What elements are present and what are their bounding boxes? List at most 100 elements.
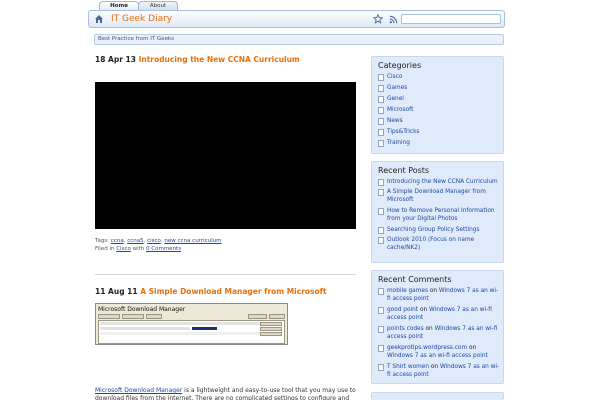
comment-author-link[interactable]: geekprotips.wordpress.com [387,345,467,351]
widget-title: Categories [378,61,422,70]
home-button[interactable] [93,13,105,25]
site-header: IT Geek Diary [88,10,505,28]
next-widget [371,392,504,400]
tagline-bar: Best Practice from IT Geeks [94,34,504,45]
category-link[interactable]: Microsoft [387,107,413,115]
screenshot-progress-bar [192,327,217,330]
comment-author-link[interactable]: mobile games [387,288,428,294]
page-icon [378,107,384,114]
recent-comment-item: T Shirt women on Windows 7 as an wi-fi a… [378,364,500,379]
recent-comment-item: mobile games on Windows 7 as an wi-fi ac… [378,288,500,303]
post-divider [95,274,356,275]
recent-comment-item: points codes on Windows 7 as an wi-fi ac… [378,326,500,341]
on-label: on [419,307,428,313]
search-input[interactable] [401,14,501,24]
recent-post-item[interactable]: Introducing the New CCNA Curriculum [378,179,500,187]
page-icon [378,129,384,136]
category-link[interactable]: Tips&Tricks [387,129,419,137]
post-date: 11 Aug 11 [95,287,138,296]
on-label: on [429,288,438,294]
page-icon [378,179,384,186]
category-item[interactable]: Games [378,85,500,93]
category-link[interactable]: Training [387,140,410,148]
recent-comment-item: geekprotips.wordpress.com on Windows 7 a… [378,345,500,360]
comment-post-link[interactable]: Windows 7 as an wi-fi access point [387,353,488,359]
tag-link[interactable]: cisco [147,238,161,244]
embedded-video[interactable] [95,82,356,229]
page-icon [378,118,384,125]
tag-link[interactable]: ccna5 [127,238,143,244]
page-icon [378,74,384,81]
page-icon [378,307,384,314]
recent-comment-item: good point on Windows 7 as an wi-fi acce… [378,307,500,322]
tab-about[interactable]: About [138,1,178,10]
post-screenshot: Microsoft Download Manager [95,303,288,345]
page-icon [378,85,384,92]
comment-author-link[interactable]: T Shirt women [387,364,429,370]
recent-post-item[interactable]: Searching Group Policy Settings [378,227,500,235]
tag-link[interactable]: ccna [111,238,124,244]
post-title-link[interactable]: A Simple Download Manager from Microsoft [140,287,326,296]
recent-post-link[interactable]: How to Remove Personal Information from … [387,208,500,223]
category-item[interactable]: Genel [378,96,500,104]
category-link[interactable]: News [387,118,403,126]
page-icon [378,288,384,295]
category-link[interactable]: Cisco [387,74,402,82]
top-tab-strip: Home About [0,0,600,10]
category-item[interactable]: Microsoft [378,107,500,115]
page-icon [378,364,384,371]
comment-author-link[interactable]: points codes [387,326,424,332]
comments-link[interactable]: 0 Comments [146,246,181,252]
recent-post-link[interactable]: A Simple Download Manager from Microsoft [387,189,500,204]
post-excerpt: Microsoft Download Manager is a lightwei… [95,387,356,400]
category-link[interactable]: Cisco [116,246,131,252]
category-link[interactable]: Genel [387,96,404,104]
category-item[interactable]: News [378,118,500,126]
screenshot-row [100,332,260,335]
page-icon [378,208,384,215]
tags-label: Tags: [95,238,110,244]
category-link[interactable]: Games [387,85,407,93]
bookmark-button[interactable] [372,13,384,25]
excerpt-link[interactable]: Microsoft Download Manager [95,387,182,394]
rss-icon [389,15,397,23]
recent-post-item[interactable]: How to Remove Personal Information from … [378,208,500,223]
screenshot-toolbar-button [248,314,267,319]
post-filed: Filed in Cisco with 0 Comments [95,246,181,252]
post-tags: Tags: ccna, ccna5, cisco, new ccna curri… [95,238,222,244]
recent-posts-widget: Recent Posts Introducing the New CCNA Cu… [371,161,504,263]
widget-title: Recent Comments [378,275,452,284]
recent-post-item[interactable]: A Simple Download Manager from Microsoft [378,189,500,204]
page-icon [378,345,384,352]
screenshot-toolbar-button [122,314,144,319]
home-icon [95,15,103,23]
post-title-link[interactable]: Introducing the New CCNA Curriculum [139,55,300,64]
recent-post-link[interactable]: Introducing the New CCNA Curriculum [387,179,498,187]
on-label: on [425,326,433,332]
comment-author-link[interactable]: good point [387,307,418,313]
category-item[interactable]: Training [378,140,500,148]
tag-link[interactable]: new ccna curriculum [164,238,221,244]
screenshot-title: Microsoft Download Manager [98,306,186,313]
screenshot-toolbar-button [98,314,120,319]
on-label: on [468,345,477,351]
rss-button[interactable] [387,13,399,25]
filed-label: Filed in [95,246,115,252]
recent-post-link[interactable]: Searching Group Policy Settings [387,227,480,235]
screenshot-row [100,327,190,330]
page-icon [378,189,384,196]
recent-post-link[interactable]: Outlook 2010 (Focus on name cache/NK2) [387,237,500,252]
category-item[interactable]: Cisco [378,74,500,82]
screenshot-download-list [98,320,285,344]
site-title[interactable]: IT Geek Diary [111,13,172,26]
page-icon [378,237,384,244]
tab-home[interactable]: Home [99,1,139,10]
with-label: with [132,246,145,252]
screenshot-side-button [260,322,282,326]
post-date: 18 Apr 13 [95,55,136,64]
screenshot-side-button [260,327,282,331]
category-item[interactable]: Tips&Tricks [378,129,500,137]
categories-widget: Categories Cisco Games Genel Microsoft N… [371,56,504,154]
page-icon [378,326,384,333]
recent-post-item[interactable]: Outlook 2010 (Focus on name cache/NK2) [378,237,500,252]
